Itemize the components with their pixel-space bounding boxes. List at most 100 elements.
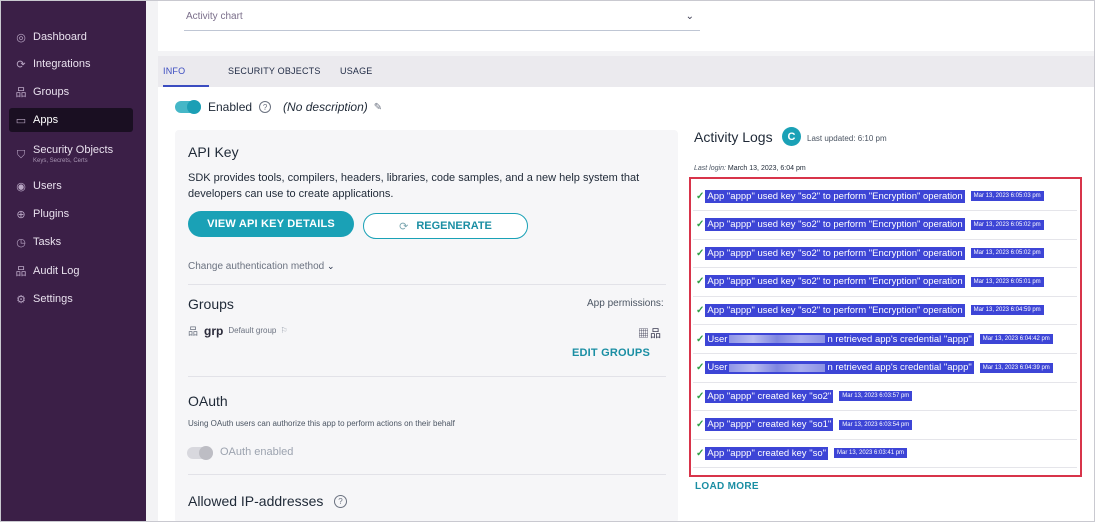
activity-logs-title: Activity Logs — [694, 129, 773, 145]
oauth-toggle[interactable] — [187, 446, 213, 460]
log-message-text: n retrieved app's credential "appp" — [827, 333, 972, 345]
group-name: grp — [204, 323, 224, 338]
divider — [188, 376, 666, 377]
log-entry: ✓ App "appp" used key "so2" to perform "E… — [693, 182, 1077, 211]
refresh-icon: ⟳ — [399, 220, 409, 233]
log-message-text: User — [707, 333, 728, 345]
last-login-value: March 13, 2023, 6:04 pm — [727, 165, 806, 172]
log-message: App "appp" created key "so2" — [705, 389, 834, 403]
users-icon: ◉ — [16, 180, 26, 193]
default-group-label: Default group — [228, 326, 277, 335]
load-more-button[interactable]: LOAD MORE — [695, 481, 759, 492]
log-entry: ✓ App "appp" used key "so2" to perform "E… — [693, 239, 1077, 269]
sidebar-item-groups[interactable]: 品 Groups — [9, 80, 133, 104]
log-message: App "appp" used key "so2" to perform "En… — [705, 189, 965, 203]
refresh-icon[interactable]: C — [782, 127, 801, 146]
sidebar-item-security-objects[interactable]: ⛉ Security Objects Keys, Secrets, Certs — [9, 141, 133, 169]
sidebar-item-label: Groups — [33, 86, 70, 98]
edit-description-icon[interactable]: ✎ — [374, 102, 382, 113]
app-window: ◎ Dashboard ⟳ Integrations 品 Groups ▭ Ap… — [0, 0, 1095, 522]
chevron-down-icon: ⌄ — [685, 11, 694, 22]
last-updated: Last updated: 6:10 pm — [807, 134, 887, 143]
log-timestamp: Mar 13, 2023 6:05:02 pm — [970, 219, 1044, 230]
sidebar-item-dashboard[interactable]: ◎ Dashboard — [9, 25, 133, 49]
log-message-text: App "appp" used key "so2" to perform "En… — [707, 276, 963, 288]
groups-icon: 品 — [15, 87, 27, 99]
log-entry: ✓ App "appp" used key "so2" to perform "E… — [693, 296, 1077, 326]
sidebar-item-label: Security Objects — [33, 143, 114, 156]
regenerate-label: REGENERATE — [416, 220, 492, 232]
divider — [188, 474, 666, 475]
log-timestamp: Mar 13, 2023 6:05:02 pm — [970, 248, 1044, 259]
check-icon: ✓ — [696, 219, 705, 231]
api-key-title: API Key — [188, 144, 239, 160]
log-message-text: User — [707, 362, 728, 374]
check-icon: ✓ — [696, 247, 705, 259]
log-entry: ✓ User n retrieved app's credential "appp"… — [693, 325, 1077, 354]
enabled-toggle[interactable] — [175, 100, 201, 114]
sidebar-item-plugins[interactable]: ⊕ Plugins — [9, 202, 133, 226]
change-auth-method-link[interactable]: Change authentication method ⌄ — [188, 261, 335, 272]
plugins-icon: ⊕ — [16, 208, 26, 221]
log-entry: ✓ App "appp" created key "so1" Mar 13, 202… — [693, 411, 1077, 440]
log-timestamp: Mar 13, 2023 6:05:03 pm — [970, 191, 1044, 201]
log-message-text: App "appp" used key "so2" to perform "En… — [707, 190, 963, 202]
integrations-icon: ⟳ — [16, 58, 26, 71]
log-message-text: App "appp" used key "so2" to perform "En… — [707, 247, 963, 259]
oauth-description: Using OAuth users can authorize this app… — [188, 419, 455, 428]
view-api-key-details-button[interactable]: VIEW API KEY DETAILS — [188, 211, 354, 237]
oauth-enabled-label: OAuth enabled — [220, 446, 294, 458]
help-icon[interactable]: ? — [259, 101, 272, 113]
help-icon[interactable]: ? — [334, 495, 347, 508]
group-row: 品 grp Default group ⚐ — [188, 323, 288, 339]
sidebar-item-label: Tasks — [33, 236, 62, 248]
sidebar-item-tasks[interactable]: ◷ Tasks — [9, 230, 133, 254]
log-timestamp: Mar 13, 2023 6:05:01 pm — [970, 276, 1044, 287]
log-message-text: n retrieved app's credential "appp" — [827, 362, 972, 374]
log-message: App "appp" created key "so" — [705, 446, 828, 460]
sidebar-item-label: Audit Log — [33, 265, 80, 277]
sidebar-item-label: Plugins — [33, 208, 70, 220]
divider — [188, 284, 666, 285]
security-objects-icon: ⛉ — [16, 148, 26, 161]
status-row: Enabled ? (No description) ✎ — [175, 99, 382, 115]
sidebar-item-settings[interactable]: ⚙ Settings — [9, 287, 133, 311]
log-message-text: App "appp" created key "so2" — [707, 390, 832, 402]
permissions-grid-icon[interactable]: ▦ 品 — [638, 325, 661, 341]
check-icon: ✓ — [696, 447, 705, 459]
edit-groups-button[interactable]: EDIT GROUPS — [572, 347, 650, 359]
enabled-label: Enabled — [208, 100, 253, 114]
check-icon: ✓ — [696, 419, 705, 431]
sidebar-item-users[interactable]: ◉ Users — [9, 174, 133, 198]
check-icon: ✓ — [696, 276, 705, 288]
allowed-ip-title: Allowed IP-addresses — [188, 493, 324, 509]
app-permissions-label: App permissions: — [587, 298, 664, 309]
sidebar-item-sublabel: Keys, Secrets, Certs — [33, 157, 88, 164]
redacted-username — [729, 363, 826, 372]
audit-log-icon: 品 — [15, 266, 27, 278]
apps-icon: ▭ — [15, 114, 27, 127]
app-description: (No description) — [283, 100, 368, 114]
tab-info[interactable]: INFO — [163, 66, 185, 76]
last-login: Last login: March 13, 2023, 6:04 pm — [694, 165, 806, 172]
api-key-description: SDK provides tools, compilers, headers, … — [188, 172, 640, 200]
sidebar-item-label: Dashboard — [33, 31, 87, 43]
tab-security-objects[interactable]: SECURITY OBJECTS — [228, 66, 321, 76]
check-icon: ✓ — [696, 190, 705, 202]
sidebar-item-apps[interactable]: ▭ Apps — [9, 108, 133, 132]
tab-usage[interactable]: USAGE — [340, 66, 373, 76]
chart-select-value: Activity chart — [186, 11, 243, 22]
sidebar-item-integrations[interactable]: ⟳ Integrations — [9, 52, 133, 76]
activity-chart-select[interactable]: Activity chart ⌄ — [184, 9, 700, 31]
log-timestamp: Mar 13, 2023 6:04:39 pm — [979, 362, 1053, 373]
groups-title: Groups — [188, 296, 234, 312]
regenerate-button[interactable]: ⟳ REGENERATE — [363, 213, 528, 239]
sidebar: ◎ Dashboard ⟳ Integrations 品 Groups ▭ Ap… — [1, 1, 146, 521]
log-message: User n retrieved app's credential "appp" — [705, 361, 974, 375]
log-message: App "appp" used key "so2" to perform "En… — [705, 303, 965, 317]
check-icon: ✓ — [696, 304, 705, 316]
log-entry: ✓ App "appp" used key "so2" to perform "E… — [693, 211, 1077, 240]
redacted-username — [729, 334, 826, 343]
log-message: App "appp" used key "so2" to perform "En… — [705, 275, 965, 289]
sidebar-item-audit-log[interactable]: 品 Audit Log — [9, 259, 133, 283]
